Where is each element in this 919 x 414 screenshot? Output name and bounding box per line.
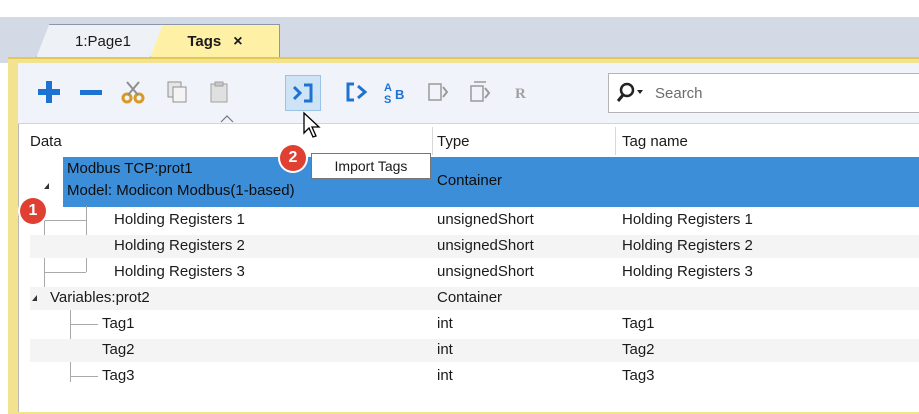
- tab-page1-label: 1:Page1: [75, 33, 131, 50]
- tag-list-icon[interactable]: [422, 75, 456, 109]
- r-icon[interactable]: R: [504, 75, 538, 109]
- tree-row-label: Holding Registers 2: [114, 237, 245, 254]
- import-tags-icon[interactable]: [285, 75, 321, 111]
- tree-row-type: unsignedShort: [437, 211, 534, 228]
- cut-icon[interactable]: [116, 75, 150, 109]
- column-divider[interactable]: [432, 127, 433, 155]
- search-input[interactable]: Search: [655, 85, 703, 102]
- tooltip: Import Tags: [311, 153, 431, 179]
- tree-row[interactable]: Holding Registers 1 unsignedShort Holdin…: [30, 209, 919, 232]
- remove-icon[interactable]: [74, 75, 108, 109]
- toolbar: ASB R Search: [18, 63, 919, 124]
- mouse-cursor-icon: [303, 111, 321, 138]
- tree-row-tag: Holding Registers 1: [622, 211, 753, 228]
- tree-row-label: Modbus TCP:prot1: [67, 160, 193, 177]
- tree-row-tag: Holding Registers 3: [622, 263, 753, 280]
- svg-text:A: A: [384, 82, 392, 94]
- tree-row[interactable]: Holding Registers 2 unsignedShort Holdin…: [30, 235, 919, 258]
- tree-row-label: Holding Registers 1: [114, 211, 245, 228]
- column-header-tag-name[interactable]: Tag name: [622, 127, 688, 155]
- tab-tags-label: Tags: [187, 33, 222, 50]
- tree-row-modbus[interactable]: Modbus TCP:prot1 Model: Modicon Modbus(1…: [63, 157, 919, 207]
- svg-text:B: B: [395, 87, 404, 102]
- add-icon[interactable]: [32, 75, 66, 109]
- tree-row-variables[interactable]: Variables:prot2 Container: [30, 287, 919, 310]
- tree-row-type: unsignedShort: [437, 263, 534, 280]
- collapse-toggle-icon[interactable]: [44, 183, 49, 189]
- convert-icon[interactable]: ASB: [380, 75, 414, 109]
- export-tags-icon[interactable]: [340, 75, 374, 109]
- copy-icon[interactable]: [160, 75, 194, 109]
- tree-row-type: Container: [437, 172, 503, 189]
- tree-row[interactable]: Tag1 int Tag1: [30, 313, 919, 336]
- tree-row-tag: Tag2: [622, 341, 655, 358]
- search-icon: [616, 82, 643, 102]
- tag-group-icon[interactable]: [464, 75, 498, 109]
- collapse-toggle-icon[interactable]: [32, 295, 37, 301]
- tree-row-label: Holding Registers 3: [114, 263, 245, 280]
- column-divider[interactable]: [615, 127, 616, 155]
- sort-ascending-icon: [220, 115, 234, 123]
- paste-icon[interactable]: [202, 75, 236, 109]
- top-strip: [0, 0, 919, 17]
- callout-badge-1: 1: [20, 198, 46, 224]
- tree-row-label: Tag1: [102, 315, 135, 332]
- tree-row-tag: Holding Registers 2: [622, 237, 753, 254]
- svg-text:R: R: [515, 86, 526, 102]
- tab-page1[interactable]: 1:Page1: [36, 24, 170, 58]
- tree-row[interactable]: Holding Registers 3 unsignedShort Holdin…: [30, 261, 919, 284]
- tree-row-type: int: [437, 367, 453, 384]
- close-icon[interactable]: ×: [233, 33, 242, 51]
- tree-row-tag: Tag1: [622, 315, 655, 332]
- search-box[interactable]: Search: [608, 73, 919, 113]
- tree-row-type: unsignedShort: [437, 237, 534, 254]
- tab-tags[interactable]: Tags ×: [150, 24, 280, 58]
- tree-row-label: Tag3: [102, 367, 135, 384]
- tree-row-label: Tag2: [102, 341, 135, 358]
- column-header-type[interactable]: Type: [437, 127, 470, 155]
- tree-row-type: int: [437, 341, 453, 358]
- tree-row-label: Model: Modicon Modbus(1-based): [67, 182, 295, 199]
- tree-row-label: Variables:prot2: [50, 289, 150, 306]
- tree-row[interactable]: Tag3 int Tag3: [30, 365, 919, 388]
- svg-text:S: S: [384, 94, 391, 105]
- tree-row-tag: Tag3: [622, 367, 655, 384]
- tree-row[interactable]: Tag2 int Tag2: [30, 339, 919, 362]
- tree-row-type: int: [437, 315, 453, 332]
- callout-badge-2: 2: [280, 145, 306, 171]
- tree-row-type: Container: [437, 289, 503, 306]
- column-header-data[interactable]: Data: [30, 127, 62, 155]
